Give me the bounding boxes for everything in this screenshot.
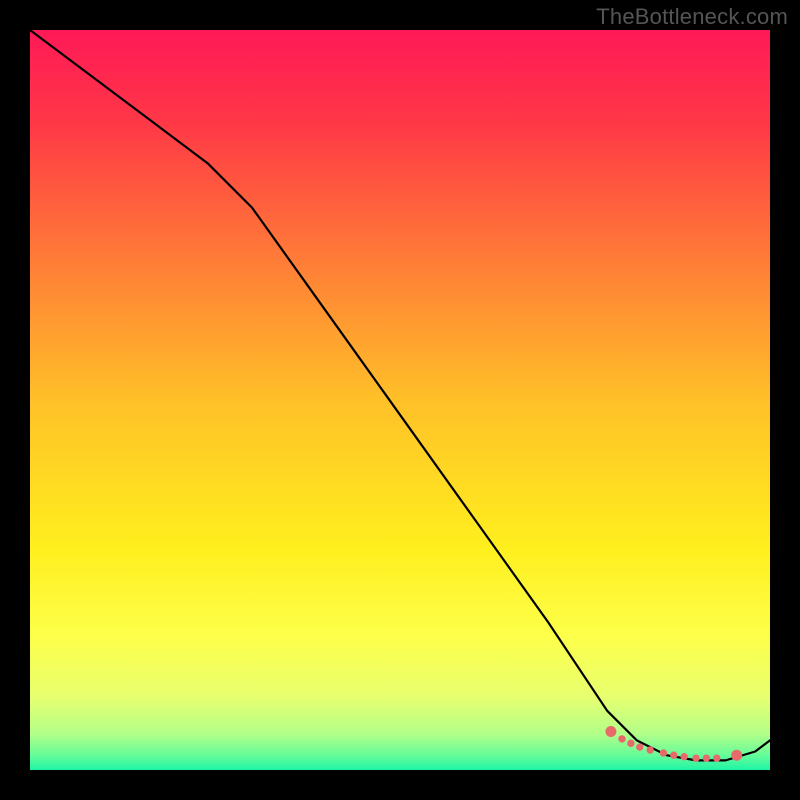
plot-area [30,30,770,770]
watermark-text: TheBottleneck.com [596,4,788,30]
marker-point [671,752,677,758]
marker-point [732,750,742,760]
marker-point [693,755,699,761]
marker-point [628,740,634,746]
marker-point [637,744,643,750]
marker-point [681,753,687,759]
marker-point [660,750,666,756]
marker-point [714,755,720,761]
marker-point [703,755,709,761]
marker-point [619,736,625,742]
marker-point [606,727,616,737]
chart-frame: TheBottleneck.com [0,0,800,800]
gradient-background [30,30,770,770]
chart-svg [30,30,770,770]
marker-point [647,747,653,753]
